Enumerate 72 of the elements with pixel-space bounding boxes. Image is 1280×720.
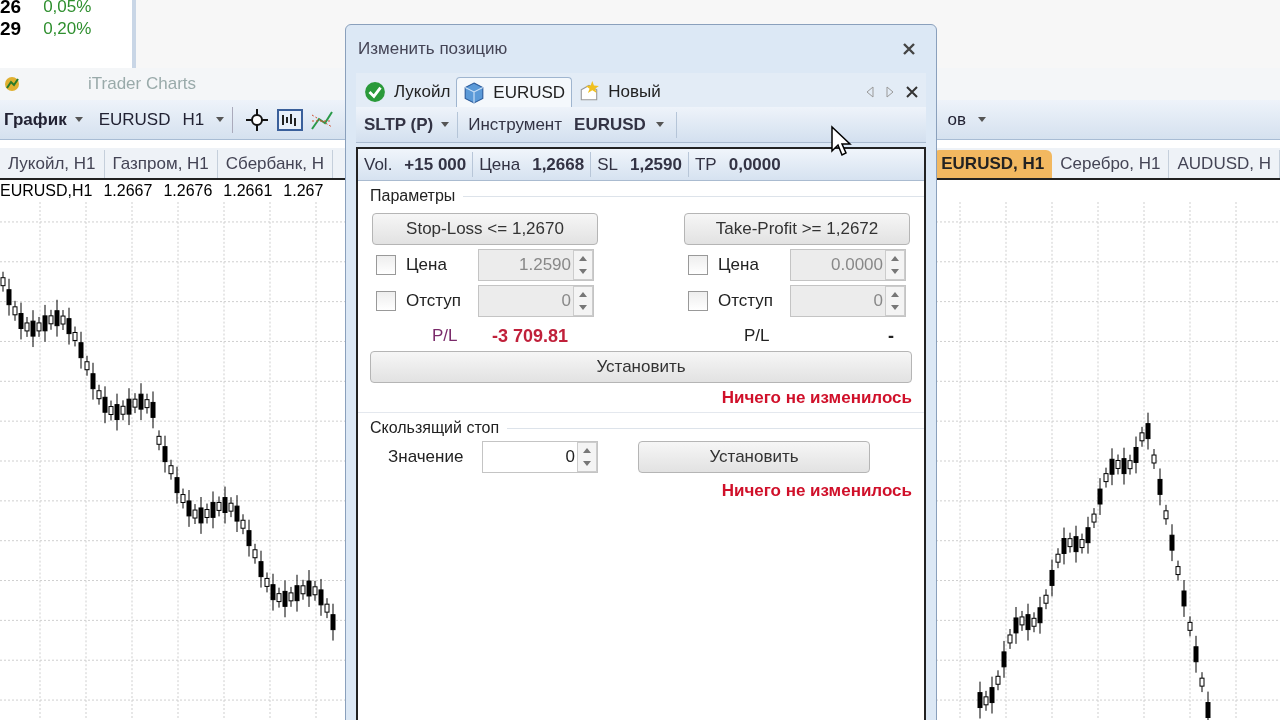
- chart-tab[interactable]: Лукойл, H1: [0, 150, 105, 178]
- app-icon: [4, 76, 20, 92]
- mode-dropdown[interactable]: SLTP (P): [356, 111, 459, 138]
- field-label: Значение: [388, 446, 465, 469]
- field-label: Цена: [717, 254, 760, 277]
- field-label: Цена: [405, 254, 448, 277]
- spin-arrows-icon: [573, 250, 593, 280]
- threshold-button[interactable]: Take-Profit >= 1,2672: [684, 213, 910, 245]
- quote-price: 26: [0, 0, 22, 19]
- chart-type-icon: [277, 108, 304, 131]
- window-title: iTrader Charts: [88, 73, 196, 96]
- caret-icon: [216, 117, 225, 122]
- info-value: 1,2590: [629, 153, 682, 176]
- instrument-label: Инструмент: [467, 113, 564, 136]
- close-icon: [902, 42, 916, 56]
- dialog-tab[interactable]: Лукойл: [358, 77, 457, 107]
- status-message: Ничего не изменилось: [721, 386, 912, 409]
- check-icon: [364, 81, 386, 103]
- info-value: +15 000: [404, 153, 467, 176]
- chart-symbol: EURUSD,H1: [0, 181, 93, 201]
- symbol-label: EURUSD: [98, 108, 171, 131]
- threshold-button[interactable]: Stop-Loss <= 1,2670: [372, 213, 598, 245]
- info-label: SL: [597, 153, 618, 176]
- pl-label: P/L: [743, 325, 771, 348]
- star-icon: [578, 81, 601, 103]
- timeframe-dropdown[interactable]: H1: [182, 106, 225, 133]
- caret-icon: [74, 117, 83, 122]
- close-icon: [906, 86, 918, 98]
- chart-tab[interactable]: Газпром, H1: [104, 150, 218, 178]
- spin-arrows-icon: [573, 286, 593, 316]
- quote-price: 29: [0, 16, 22, 41]
- field-label: Отступ: [717, 290, 774, 313]
- info-label: TP: [694, 153, 717, 176]
- dialog-tab[interactable]: EURUSD: [456, 77, 573, 107]
- info-value: 0,0000: [728, 153, 781, 176]
- price-value: 1.2676: [163, 181, 213, 201]
- chart-menu-button[interactable]: График: [4, 106, 83, 133]
- price-value: 1.267: [283, 181, 324, 201]
- info-label: Цена: [479, 153, 521, 176]
- cube-icon: [463, 81, 486, 104]
- dialog-tab[interactable]: Новый: [572, 77, 667, 107]
- chart-tab[interactable]: Сбербанк, H: [217, 150, 333, 178]
- status-message: Ничего не изменилось: [721, 480, 912, 503]
- previous-icon: [866, 86, 874, 98]
- caret-icon: [655, 122, 664, 127]
- caret-icon: [441, 122, 450, 127]
- group-title: Параметры: [369, 186, 456, 206]
- pl-label: P/L: [431, 325, 459, 348]
- info-value: 1,2668: [532, 153, 585, 176]
- spin-arrows-icon: [577, 442, 597, 472]
- toolbar-dropdown[interactable]: ов: [947, 106, 986, 133]
- field-label: Отступ: [405, 290, 462, 313]
- crosshair-icon: [245, 107, 270, 132]
- instrument-dropdown[interactable]: EURUSD: [574, 111, 677, 138]
- spin-arrows-icon: [885, 250, 905, 280]
- spin-field[interactable]: 0: [482, 441, 598, 473]
- quote-change: 0,20%: [43, 18, 92, 41]
- info-label: Vol.: [364, 153, 393, 176]
- spin-arrows-icon: [885, 286, 905, 316]
- apply-button[interactable]: Установить: [638, 441, 870, 473]
- quote-change: 0,05%: [43, 0, 92, 19]
- dialog-title: Изменить позицию: [358, 38, 508, 61]
- chart-tab[interactable]: AUDUSD, H: [1169, 150, 1280, 178]
- price-value: 1.2661: [223, 181, 273, 201]
- apply-button[interactable]: Установить: [370, 351, 912, 383]
- caret-icon: [978, 117, 986, 122]
- price-value: 1.2667: [103, 181, 153, 201]
- next-icon: [886, 86, 894, 98]
- pl-value: -: [887, 324, 894, 348]
- pl-value: -3 709.81: [492, 324, 570, 348]
- group-title: Скользящий стоп: [369, 418, 500, 438]
- chart-tab[interactable]: Серебро, H1: [1052, 150, 1170, 178]
